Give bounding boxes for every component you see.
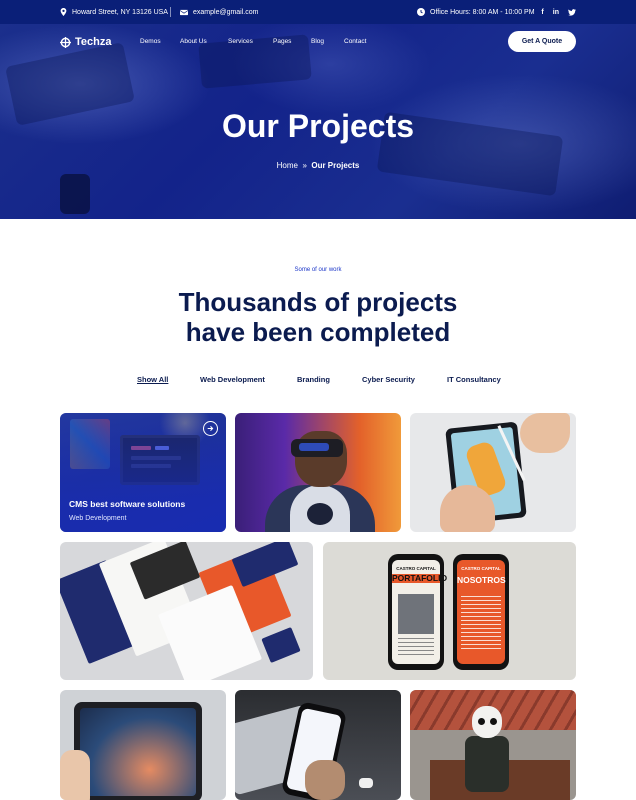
phone-mockup-right: CASTRO CAPITAL NOSOTROS	[453, 554, 509, 670]
email-text[interactable]: example@gmail.com	[193, 9, 258, 16]
mail-icon	[180, 9, 188, 15]
project-title[interactable]: CMS best software solutions	[69, 499, 185, 509]
get-a-quote-button[interactable]: Get A Quote	[508, 31, 576, 52]
hand-holding	[60, 750, 90, 800]
robot-eye-right	[490, 718, 497, 725]
filter-web-development[interactable]: Web Development	[200, 375, 265, 384]
mockup-word-left: PORTAFOLIO	[392, 573, 448, 583]
nav-item-blog[interactable]: Blog	[311, 38, 324, 45]
nav-item-about-us[interactable]: About Us	[180, 38, 207, 45]
project-card-cms[interactable]: CMS best software solutions Web Developm…	[60, 413, 226, 532]
hero-bg-phone	[60, 174, 90, 214]
project-filters: Show All Web Development Branding Cyber …	[0, 375, 636, 387]
hours-text: Office Hours: 8:00 AM - 10:00 PM	[430, 8, 535, 16]
breadcrumb-home[interactable]: Home	[277, 161, 298, 170]
nav-item-contact[interactable]: Contact	[344, 38, 366, 45]
filter-show-all[interactable]: Show All	[137, 375, 168, 384]
project-card-vr[interactable]	[235, 413, 401, 532]
project-card-mobile-app[interactable]	[235, 690, 401, 800]
clock-icon	[417, 8, 425, 16]
main-navbar: Techza Demos About Us Services Pages Blo…	[0, 24, 636, 60]
project-card-branding[interactable]	[60, 542, 313, 680]
address-text: Howard Street, NY 13126 USA	[72, 8, 168, 16]
nav-item-services[interactable]: Services	[228, 38, 253, 45]
location-pin-icon	[60, 8, 67, 16]
project-category: Web Development	[69, 515, 127, 522]
nav-item-demos[interactable]: Demos	[140, 38, 161, 45]
business-card-2	[261, 626, 301, 664]
twitter-icon[interactable]	[568, 8, 576, 16]
topbar-divider	[170, 7, 171, 17]
linkedin-icon[interactable]: in	[553, 9, 559, 16]
robot-head	[472, 706, 502, 738]
facebook-icon[interactable]: f	[541, 9, 543, 16]
section-heading-line2: have been completed	[185, 317, 451, 347]
brand-logo[interactable]: Techza	[60, 36, 111, 48]
robot-eye-left	[478, 718, 485, 725]
arrow-circle-icon[interactable]	[203, 421, 218, 436]
shirt-graphic	[307, 503, 333, 525]
filter-it-consultancy[interactable]: IT Consultancy	[447, 375, 501, 384]
mockup-brand-right: CASTRO CAPITAL	[461, 566, 501, 571]
section-eyebrow: Some of our work	[294, 267, 342, 273]
building-photo	[398, 594, 434, 634]
mockup-brand-left: CASTRO CAPITAL	[396, 566, 436, 571]
mockup-text-lines	[398, 638, 434, 656]
project-card-robot[interactable]	[410, 690, 576, 800]
hours-item: Office Hours: 8:00 AM - 10:00 PM	[417, 0, 535, 24]
section-heading-line1: Thousands of projects	[178, 287, 458, 317]
mockup-word-right: NOSOTROS	[457, 575, 506, 585]
breadcrumb: Home » Our Projects	[0, 161, 636, 170]
logo-icon	[60, 36, 71, 48]
nav-item-pages[interactable]: Pages	[273, 38, 291, 45]
hand-left	[440, 485, 495, 532]
section-heading: Thousands of projects have been complete…	[0, 287, 636, 347]
top-info-bar: Howard Street, NY 13126 USA example@gmai…	[0, 0, 636, 24]
mockup-body-lines	[461, 596, 501, 652]
hand-holding-phone	[305, 760, 345, 800]
project-card-mobile-mockup[interactable]: CASTRO CAPITAL PORTAFOLIO CASTRO CAPITAL…	[323, 542, 576, 680]
filter-branding[interactable]: Branding	[297, 375, 330, 384]
brand-name: Techza	[75, 36, 112, 48]
hand-right	[520, 413, 570, 453]
breadcrumb-separator: »	[302, 161, 307, 170]
vr-headset-visor	[299, 443, 329, 451]
address-item: Howard Street, NY 13126 USA	[60, 0, 168, 24]
robot-body	[465, 736, 509, 792]
project-card-tablet-drawing[interactable]	[410, 413, 576, 532]
project-card-ipad[interactable]	[60, 690, 226, 800]
ipad-screen	[80, 708, 196, 796]
page-title: Our Projects	[221, 108, 415, 144]
earbuds-case	[359, 778, 373, 788]
social-links: f in	[541, 0, 576, 24]
phone-mockup-left: CASTRO CAPITAL PORTAFOLIO	[388, 554, 448, 670]
filter-cyber-security[interactable]: Cyber Security	[362, 375, 415, 384]
breadcrumb-current: Our Projects	[311, 161, 360, 170]
email-item[interactable]: example@gmail.com	[180, 0, 258, 24]
